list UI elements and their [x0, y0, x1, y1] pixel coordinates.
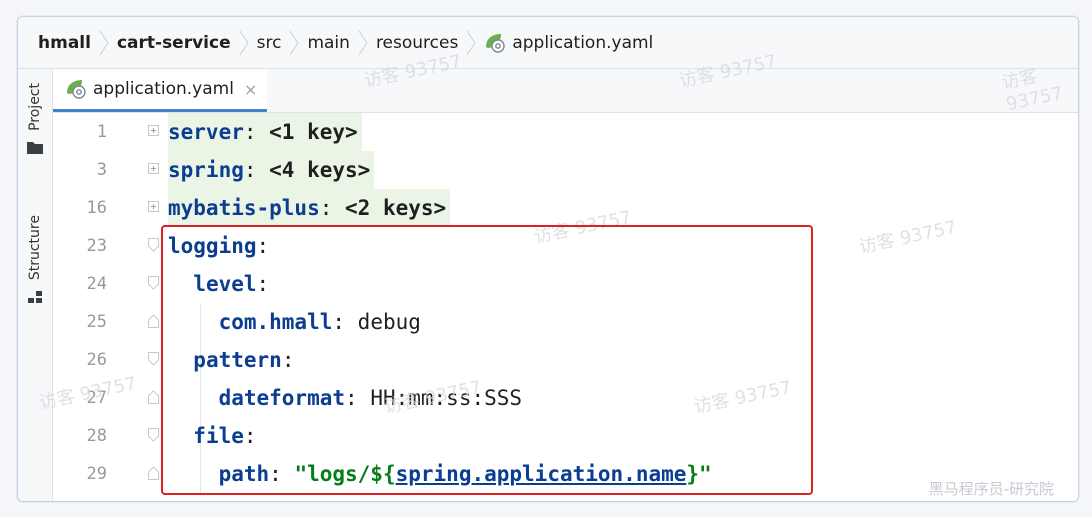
- code-text: logging:: [168, 234, 270, 258]
- code-line: 28 file:: [53, 417, 1078, 455]
- breadcrumb-item-src[interactable]: src: [257, 33, 282, 53]
- folder-icon: [27, 139, 43, 158]
- code-text: file:: [193, 424, 257, 448]
- fold-end-icon[interactable]: [148, 466, 159, 480]
- code-text: spring: <4 keys>: [168, 151, 375, 189]
- code-text: server: <1 key>: [168, 113, 362, 151]
- structure-icon: [28, 288, 42, 307]
- line-number: 23: [86, 236, 107, 256]
- chevron-right-icon: [466, 30, 476, 56]
- line-number: 25: [86, 312, 107, 332]
- code-text: mybatis-plus: <2 keys>: [168, 189, 451, 227]
- code-line: 29 path: "logs/${spring.application.name…: [53, 455, 1078, 493]
- fold-collapse-icon[interactable]: [148, 276, 159, 290]
- code-line: 1 server: <1 key>: [53, 113, 1078, 151]
- code-text: path: "logs/${spring.application.name}": [218, 462, 712, 486]
- line-number: 16: [86, 198, 107, 218]
- fold-end-icon[interactable]: [148, 314, 159, 328]
- ide-window: hmall cart-service src main resources ap…: [17, 16, 1079, 502]
- line-number: 28: [86, 426, 107, 446]
- fold-expand-icon[interactable]: [148, 124, 159, 138]
- code-text: pattern:: [193, 348, 295, 372]
- line-number: 29: [86, 464, 107, 484]
- line-number: 24: [86, 274, 107, 294]
- left-tool-strip: Project Structure: [18, 69, 53, 501]
- fold-collapse-icon[interactable]: [148, 238, 159, 252]
- chevron-right-icon: [358, 30, 368, 56]
- line-number: 3: [96, 160, 107, 180]
- breadcrumb-item-hmall[interactable]: hmall: [38, 33, 91, 53]
- chevron-right-icon: [99, 30, 109, 56]
- code-text: level:: [193, 272, 270, 296]
- fold-end-icon[interactable]: [148, 390, 159, 404]
- fold-expand-icon[interactable]: [148, 162, 159, 176]
- breadcrumb-item-cart-service[interactable]: cart-service: [117, 33, 231, 53]
- code-editor[interactable]: 1 server: <1 key> 3 spring: <4 keys> 16 …: [37, 113, 1078, 501]
- project-tool-label: Project: [27, 83, 43, 131]
- code-line: 25 com.hmall: debug: [53, 303, 1078, 341]
- chevron-right-icon: [239, 30, 249, 56]
- corner-watermark: 黑马程序员-研究院: [928, 480, 1054, 498]
- structure-tool-label: Structure: [27, 215, 43, 281]
- line-number: 1: [96, 122, 107, 142]
- breadcrumb-item-application-yaml[interactable]: application.yaml: [512, 33, 653, 53]
- fold-expand-icon[interactable]: [148, 200, 159, 214]
- code-line: 3 spring: <4 keys>: [53, 151, 1078, 189]
- breadcrumb-item-main[interactable]: main: [307, 33, 349, 53]
- code-line: 24 level:: [53, 265, 1078, 303]
- spring-yaml-file-icon: [484, 33, 506, 53]
- fold-collapse-icon[interactable]: [148, 428, 159, 442]
- close-icon[interactable]: ×: [244, 80, 257, 99]
- code-line: 26 pattern:: [53, 341, 1078, 379]
- chevron-right-icon: [289, 30, 300, 56]
- code-text: com.hmall: debug: [218, 310, 421, 334]
- line-number: 26: [86, 350, 107, 370]
- project-tool-tab[interactable]: Project: [18, 83, 52, 158]
- structure-tool-tab[interactable]: Structure: [18, 215, 52, 307]
- editor-tab-bar: application.yaml ×: [53, 69, 1078, 113]
- fold-collapse-icon[interactable]: [148, 352, 159, 366]
- tab-application-yaml[interactable]: application.yaml ×: [53, 69, 268, 112]
- tab-label: application.yaml: [93, 79, 234, 99]
- code-line: 27 dateformat: HH:mm:ss:SSS: [53, 379, 1078, 417]
- spring-yaml-file-icon: [65, 79, 87, 99]
- breadcrumb: hmall cart-service src main resources ap…: [18, 17, 1078, 69]
